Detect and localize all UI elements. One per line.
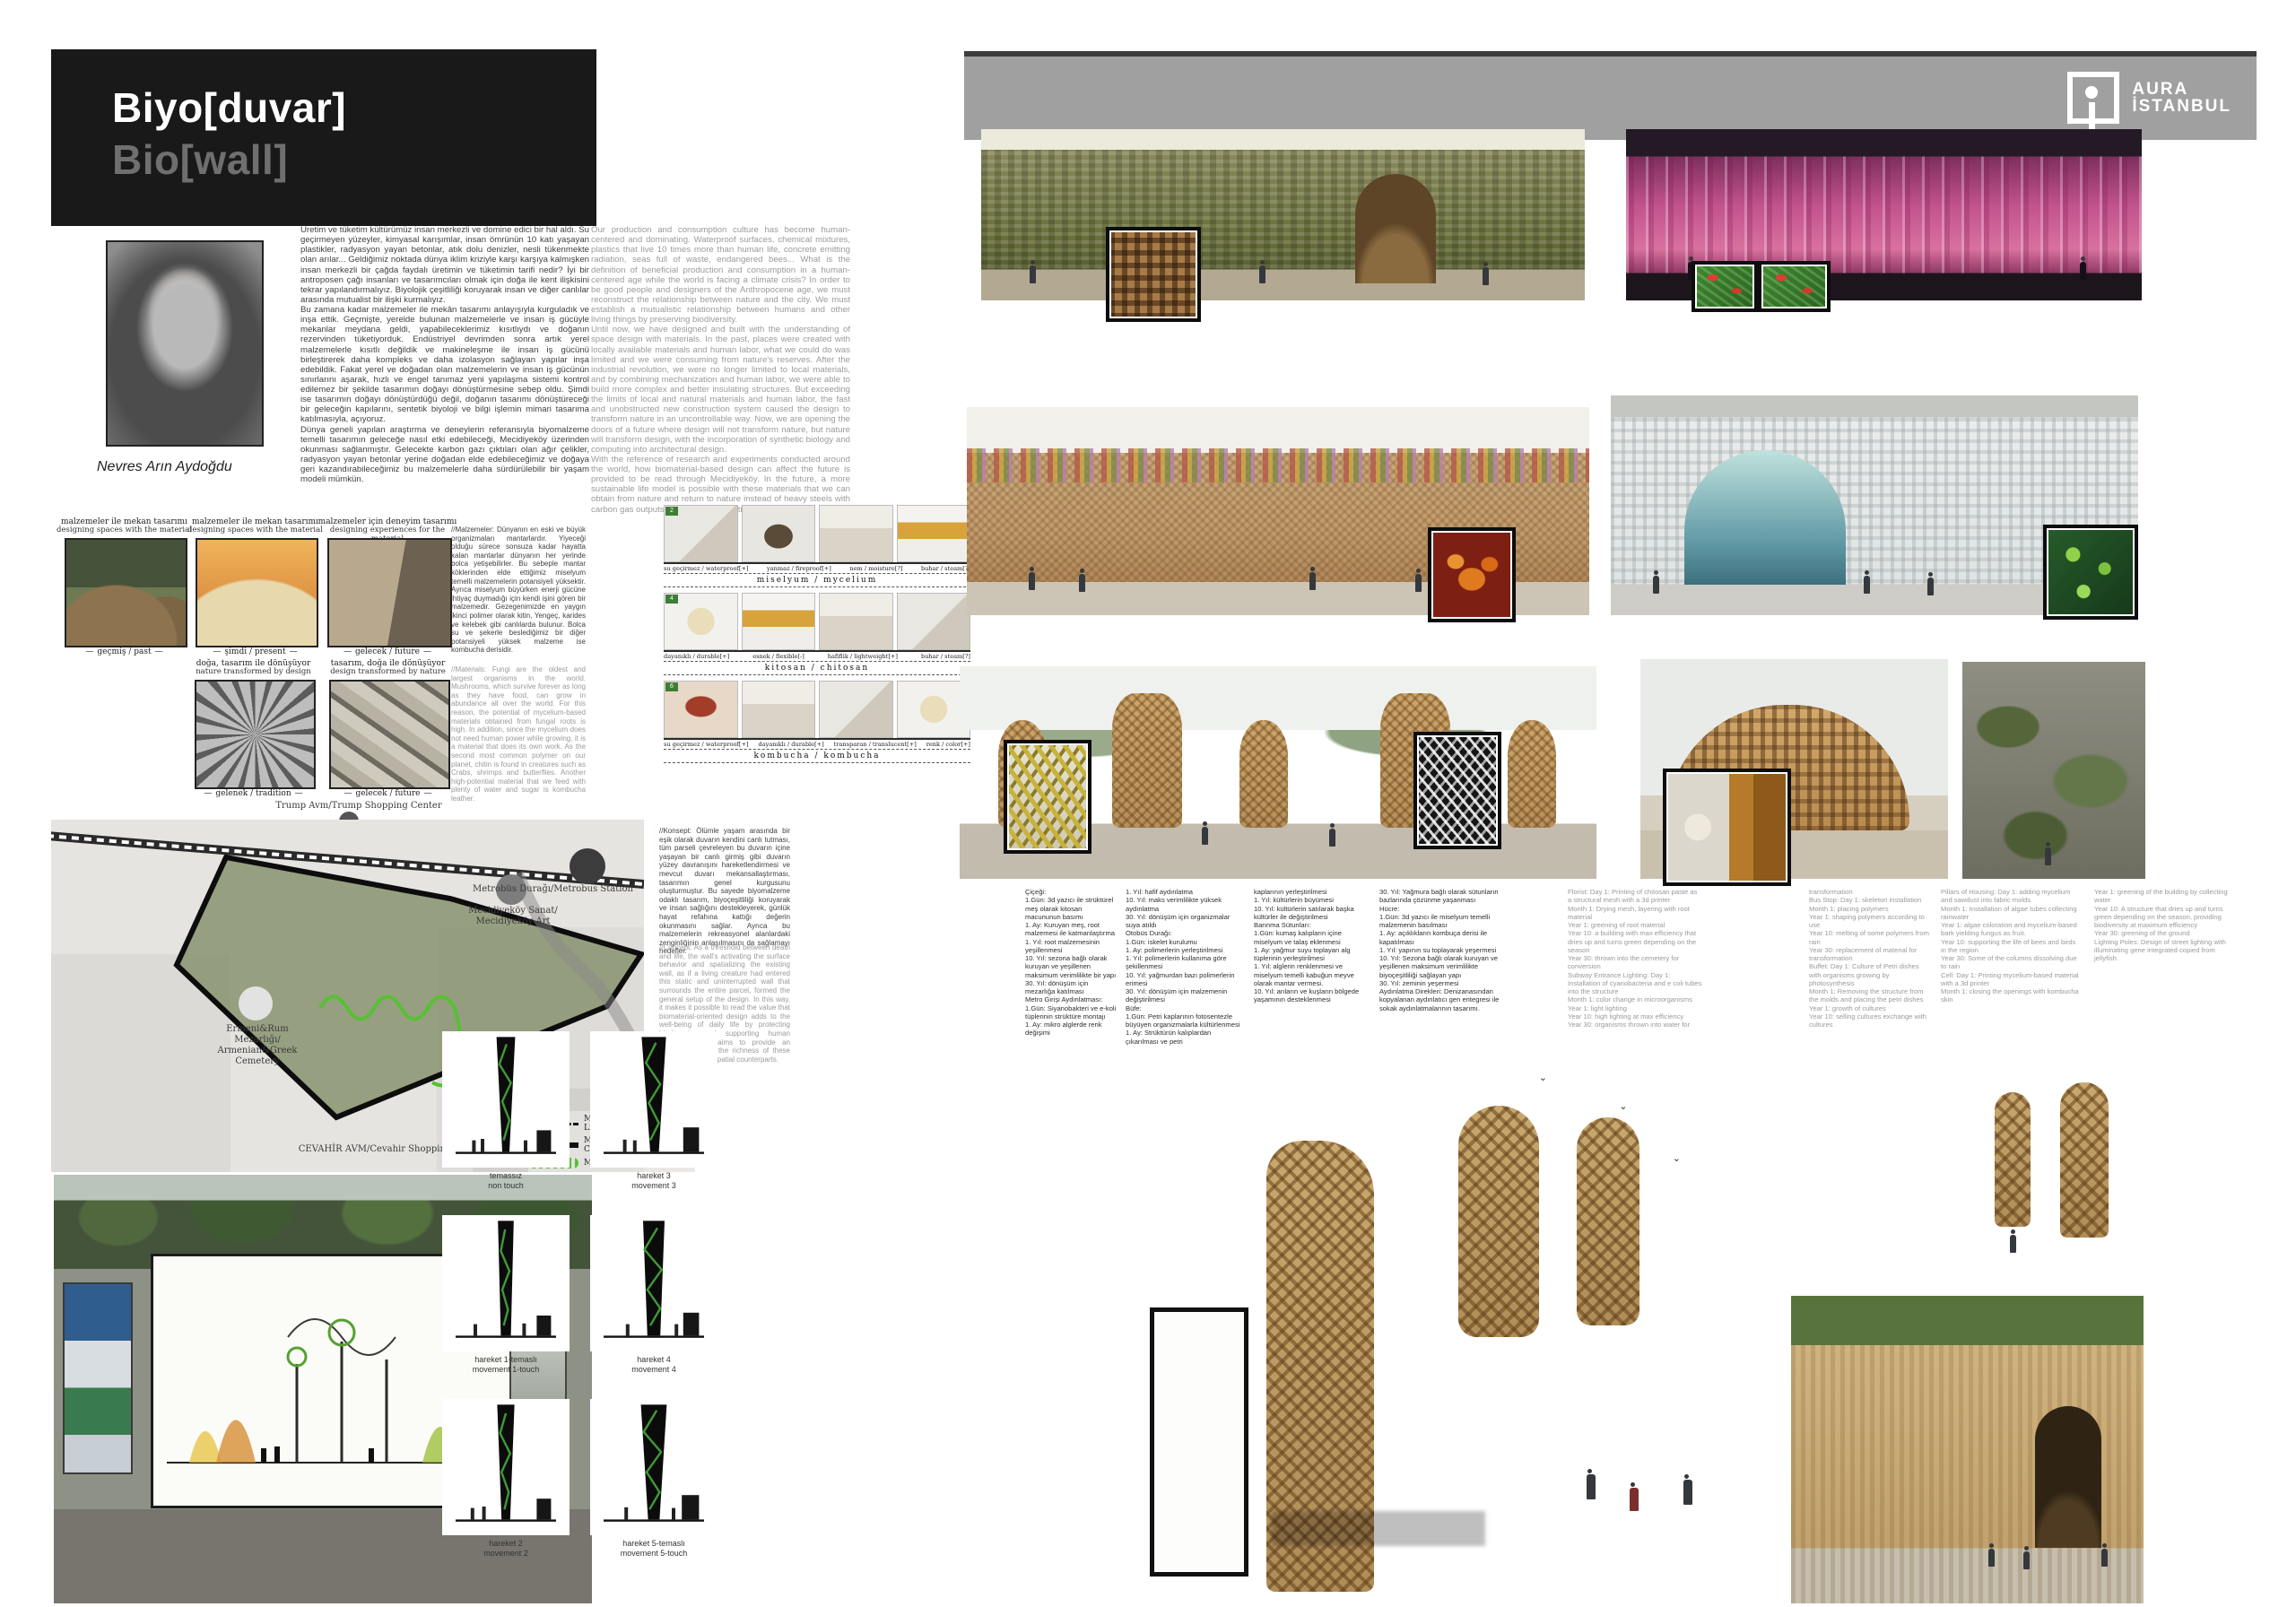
title-block: Biyo[duvar] Bio[wall] xyxy=(51,49,596,226)
aura-istanbul-logo: AURA İSTANBUL xyxy=(2067,69,2231,126)
wall-opening xyxy=(2035,1406,2101,1548)
section-diagram-movement5 xyxy=(590,1399,718,1535)
diagram-caption: malzemeler ile mekan tasarımıdesigning s… xyxy=(54,517,195,535)
glass-arch-opening xyxy=(1684,450,1846,585)
map-label-trump: Trump Avm/Trump Shopping Center xyxy=(269,801,448,812)
inset-coral-growth-photo xyxy=(1428,527,1516,622)
program-column-en-1: Florist: Day 1: Printing of chitosan pas… xyxy=(1568,888,1702,1029)
row-header: miselyum / mycelium xyxy=(664,574,970,587)
program-column-tr-1: Çiçeği: 1.Gün: 3d yazıcı ile strüktürel … xyxy=(1025,888,1118,1038)
lab-photo xyxy=(819,505,893,562)
diagram-caption: gelecek / future xyxy=(318,789,457,798)
intro-text-english: Our production and consumption culture h… xyxy=(591,225,850,515)
inset-mesh-prototype-photo xyxy=(1413,732,1501,849)
program-column-tr-4: 30. Yıl: Yağmura bağlı olarak sütunların… xyxy=(1379,888,1512,1012)
section-caption: hareket 1-temaslımovement 1-touch xyxy=(442,1355,570,1376)
step-tag: 2 xyxy=(665,507,678,516)
program-column-tr-3: kaplarının yerleştirilmesi 1. Yıl: kültü… xyxy=(1254,888,1369,1004)
intro-text-turkish: Üretim ve tüketim kültürümüz insan merke… xyxy=(300,225,589,484)
inset-cell-culture-photo xyxy=(2043,525,2138,620)
diagram-caption: şimdi / present xyxy=(185,647,326,656)
render-tan-wall-opening xyxy=(1791,1296,2144,1603)
section-diagram-movement2 xyxy=(442,1399,570,1535)
photo-mud-huts-past xyxy=(65,538,187,647)
render-street-view-columns xyxy=(1791,1025,2144,1284)
section-caption: hareket 4movement 4 xyxy=(590,1355,718,1376)
page-subtitle: Bio[wall] xyxy=(112,135,288,184)
section-caption: temassıznon touch xyxy=(442,1171,570,1192)
diagram-caption: tasarım, doğa ile dönüşüyordesign transf… xyxy=(318,659,457,677)
diagram-caption: gelecek / future xyxy=(316,647,459,656)
street-billboard xyxy=(63,1282,133,1474)
lab-photo xyxy=(897,593,971,650)
top-banner: AURA İSTANBUL xyxy=(964,51,2257,140)
diagram-caption: malzemeler ile mekan tasarımıdesigning s… xyxy=(185,517,326,535)
lab-photo: 2 xyxy=(742,505,816,562)
chitosan-test-row: 3 4 dayanıklı / durable[+] esnek / flexi… xyxy=(664,593,970,675)
inset-microalgae-photo xyxy=(1692,261,1758,312)
inset-woven-column-model-photo xyxy=(1004,740,1091,854)
photo-geodesic-dome-present xyxy=(196,538,318,647)
row-header: kitosan / chitosan xyxy=(664,662,970,675)
concept-text-turkish: //Konsept: Ölümle yaşam arasında bir eşi… xyxy=(659,827,790,956)
step-tag: 6 xyxy=(665,682,678,691)
diagram-caption: geçmiş / past xyxy=(54,647,195,656)
map-label-metrobus: Metrobüs Durağı/Metrobus Station xyxy=(473,884,639,895)
lab-photo xyxy=(742,593,816,650)
section-diagram-movement4 xyxy=(590,1215,718,1351)
lab-photo xyxy=(819,681,893,738)
section-diagram-nontouch xyxy=(442,1031,570,1168)
diagram-caption: gelenek / tradition xyxy=(184,789,323,798)
wall-opening xyxy=(1355,174,1436,283)
diagram-caption: doğa, tasarım ile dönüşüyornature transf… xyxy=(184,659,323,677)
program-column-en-3: Pillars of Housing: Day 1: adding myceli… xyxy=(1941,888,2083,1004)
mycelium-test-row: 1 2 su geçirmez / waterproof[+] yanmaz /… xyxy=(664,505,970,587)
lab-photo: 4 xyxy=(819,593,893,650)
render-rope-columns-plaza: ⌄⌄ ⌄ xyxy=(1245,1025,1779,1603)
framed-detail-panel xyxy=(1150,1307,1248,1577)
kombucha-test-row: 5 6 su geçirmez / waterproof[+] dayanıkl… xyxy=(664,681,970,763)
inset-bacteria-photo xyxy=(1758,261,1831,312)
photo-mycelium-tower-future xyxy=(327,538,452,647)
section-diagram-movement3 xyxy=(590,1031,718,1168)
aura-logo-icon xyxy=(2067,72,2119,124)
inset-petri-dish-and-jars-photo xyxy=(1663,769,1791,886)
program-column-tr-2: 1. Yıl: hafif aydınlatma 10. Yıl: maks v… xyxy=(1126,888,1240,1046)
flowering-band xyxy=(967,448,1589,482)
lab-photo xyxy=(897,505,971,562)
inset-woven-facade-photo xyxy=(1106,227,1201,322)
materials-text-turkish: //Malzemeler: Dünyanın en eski ve büyük … xyxy=(451,526,586,655)
aura-logo-wordmark: AURA İSTANBUL xyxy=(2132,81,2231,115)
materials-text-english: //Materials: Fungi are the oldest and la… xyxy=(451,665,586,804)
section-caption: hareket 5-temaslımovement 5-touch xyxy=(590,1539,718,1559)
material-tests-strip: 1 2 su geçirmez / waterproof[+] yanmaz /… xyxy=(664,505,970,817)
map-label-sanat: Mecidiyeköy Sanat/ Mecidiyeköy Art xyxy=(446,906,580,927)
map-label-cemetery: Ermeni&Rum Mezarlığı/ Armenian&Greek Cem… xyxy=(186,1024,329,1067)
lab-photo: 6 xyxy=(742,681,816,738)
render-green-hedge-wall xyxy=(981,129,1585,300)
section-caption: hareket 2movement 2 xyxy=(442,1539,570,1559)
author-portrait-photo xyxy=(106,240,264,447)
program-column-en-2: transformation Bus Stop: Day 1: skeleton… xyxy=(1809,888,1931,1029)
step-tag: 4 xyxy=(665,595,678,604)
program-column-en-4: Year 1: greening of the building by coll… xyxy=(2094,888,2238,962)
section-caption: hareket 3movement 3 xyxy=(590,1171,718,1192)
photo-steel-truss-tradition xyxy=(195,680,316,789)
photo-mossy-wall xyxy=(1962,662,2145,879)
competition-board: Biyo[duvar] Bio[wall] AURA İSTANBUL Nevr… xyxy=(0,0,2296,1607)
photo-mycelium-structure-future xyxy=(329,680,450,789)
author-name: Nevres Arın Aydoğdu xyxy=(97,459,276,475)
page-title: Biyo[duvar] xyxy=(112,83,346,132)
section-diagram-movement1 xyxy=(442,1215,570,1351)
row-header: kombucha / kombucha xyxy=(664,750,970,763)
